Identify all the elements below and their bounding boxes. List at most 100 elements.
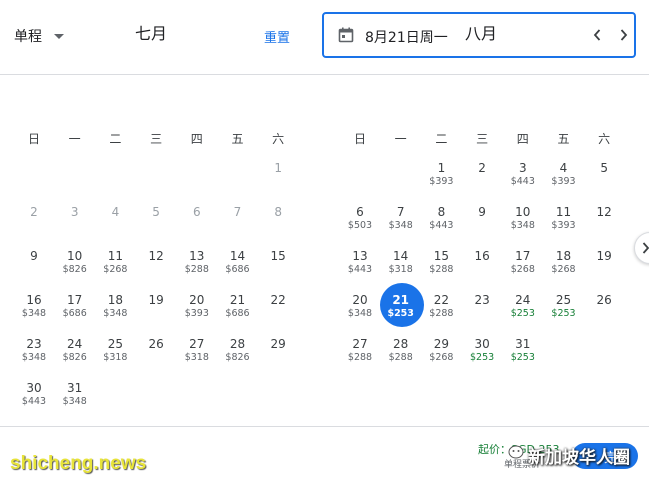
day-cell[interactable]: 21 $686 [218, 292, 258, 334]
day-cell[interactable]: 14 $686 [218, 248, 258, 290]
day-cell[interactable]: 19 [584, 248, 624, 290]
day-cell[interactable]: 11 $268 [95, 248, 135, 290]
day-cell[interactable]: 26 [584, 292, 624, 334]
day-cell[interactable]: 12 [584, 204, 624, 246]
day-cell[interactable]: 5 [584, 160, 624, 202]
day-price: $826 [62, 352, 87, 363]
weekday-header: 日 [353, 132, 366, 146]
reset-button[interactable]: 重置 [264, 27, 290, 46]
day-cell[interactable]: 18 $268 [544, 248, 584, 290]
chevron-left-icon [593, 29, 601, 41]
day-cell[interactable]: 13 $443 [340, 248, 380, 290]
day-cell[interactable]: 15 $288 [421, 248, 461, 290]
day-price: $288 [388, 352, 413, 363]
day-number: 29 [433, 337, 450, 351]
day-cell[interactable]: 29 [258, 336, 298, 378]
day-cell[interactable]: 15 [258, 248, 298, 290]
day-cell[interactable]: 25 $253 [544, 292, 584, 334]
day-number: 10 [515, 205, 531, 219]
day-cell[interactable]: 28 $826 [218, 336, 258, 378]
day-cell[interactable]: 27 $318 [177, 336, 217, 378]
day-cell[interactable]: 18 $348 [95, 292, 135, 334]
previous-date-button[interactable] [584, 22, 610, 48]
day-number: 19 [596, 249, 612, 263]
next-date-button[interactable] [611, 22, 637, 48]
day-number: 8 [437, 205, 446, 219]
day-cell[interactable]: 10 $826 [55, 248, 95, 290]
day-cell[interactable]: 14 $318 [381, 248, 421, 290]
month-title-august: 八月 [465, 24, 498, 43]
day-cell[interactable]: 7 $348 [381, 204, 421, 246]
day-cell[interactable]: 23 [462, 292, 502, 334]
day-price: $348 [510, 220, 535, 231]
month-title-july: 七月 [135, 24, 168, 43]
day-cell[interactable]: 16 $348 [14, 292, 54, 334]
day-number: 23 [26, 337, 42, 351]
day-cell[interactable]: 8 $443 [421, 204, 461, 246]
day-cell[interactable]: 20 $393 [177, 292, 217, 334]
day-cell: 8 [258, 204, 298, 246]
day-cell[interactable]: 16 [462, 248, 502, 290]
day-cell[interactable]: 30 $443 [14, 380, 54, 422]
day-cell[interactable]: 2 [462, 160, 502, 202]
calendar-icon [338, 27, 354, 43]
watermark-text: shicheng.news [10, 453, 147, 474]
day-number: 4 [559, 161, 568, 175]
day-cell-selected[interactable]: 21 $253 [381, 292, 421, 334]
day-cell[interactable]: 17 $268 [503, 248, 543, 290]
day-price: $268 [429, 352, 454, 363]
day-cell[interactable]: 13 $288 [177, 248, 217, 290]
day-cell[interactable]: 19 [136, 292, 176, 334]
day-cell[interactable]: 29 $268 [421, 336, 461, 378]
chevron-down-icon [54, 33, 64, 39]
day-cell[interactable]: 27 $288 [340, 336, 380, 378]
day-number: 12 [148, 249, 164, 263]
day-number: 2 [478, 161, 486, 175]
day-cell[interactable]: 28 $288 [381, 336, 421, 378]
day-number: 25 [555, 293, 572, 307]
day-cell[interactable]: 22 $288 [421, 292, 461, 334]
day-number: 27 [189, 337, 205, 351]
day-cell[interactable]: 11 $393 [544, 204, 584, 246]
day-cell[interactable]: 22 [258, 292, 298, 334]
day-cell[interactable]: 26 [136, 336, 176, 378]
day-number: 11 [555, 205, 572, 219]
day-cell[interactable]: 4 $393 [544, 160, 584, 202]
day-cell[interactable]: 9 [462, 204, 502, 246]
day-number: 15 [433, 249, 450, 263]
day-number: 7 [233, 205, 242, 219]
day-cell[interactable]: 1 $393 [421, 160, 461, 202]
wechat-icon [508, 445, 524, 459]
day-cell: 2 [14, 204, 54, 246]
day-price: $686 [62, 308, 87, 319]
day-price: $348 [103, 308, 128, 319]
day-cell[interactable]: 10 $348 [503, 204, 543, 246]
day-cell[interactable]: 12 [136, 248, 176, 290]
weekday-header: 日 [27, 132, 40, 146]
day-price: $288 [429, 308, 454, 319]
weekday-header: 五 [557, 132, 570, 146]
day-number: 17 [67, 293, 83, 307]
day-price: $268 [510, 264, 535, 275]
day-cell: 6 [177, 204, 217, 246]
day-cell[interactable]: 20 $348 [340, 292, 380, 334]
day-cell[interactable]: 24 $826 [55, 336, 95, 378]
day-cell[interactable]: 3 $443 [503, 160, 543, 202]
day-cell: 3 [55, 204, 95, 246]
day-cell[interactable]: 23 $348 [14, 336, 54, 378]
day-cell[interactable]: 31 $348 [55, 380, 95, 422]
day-cell[interactable]: 30 $253 [462, 336, 502, 378]
day-cell[interactable]: 31 $253 [503, 336, 543, 378]
day-cell[interactable]: 17 $686 [55, 292, 95, 334]
day-number: 3 [70, 205, 79, 219]
day-price: $288 [347, 352, 373, 363]
day-price: $348 [21, 308, 47, 319]
day-number: 18 [107, 293, 124, 307]
day-cell[interactable]: 25 $318 [95, 336, 135, 378]
next-month-button[interactable] [634, 232, 649, 264]
day-cell[interactable]: 6 $503 [340, 204, 380, 246]
day-cell[interactable]: 9 [14, 248, 54, 290]
trip-type-dropdown[interactable]: 单程 [14, 26, 64, 46]
day-cell[interactable]: 24 $253 [503, 292, 543, 334]
day-number: 25 [107, 337, 124, 351]
